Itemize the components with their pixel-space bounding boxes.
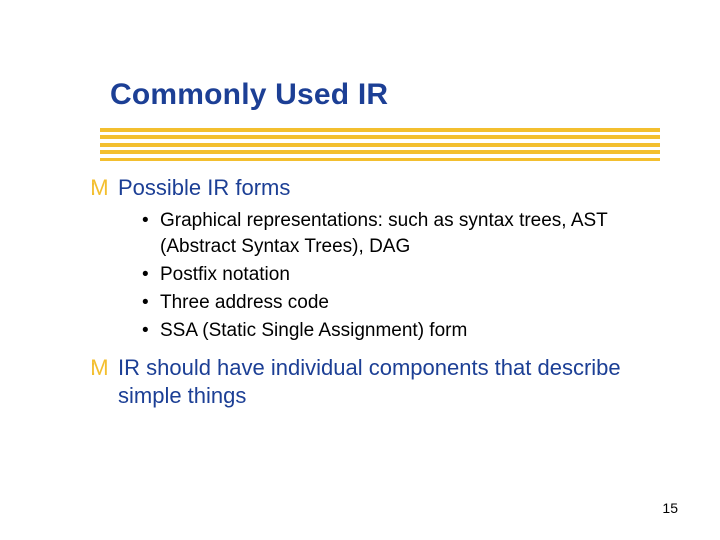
sub-bullet-marker-icon: • (142, 318, 160, 344)
bullet-item-text: IR should have individual components tha… (118, 354, 650, 410)
slide-title: Commonly Used IR (110, 78, 388, 112)
sub-bullet-item: • Graphical representations: such as syn… (142, 208, 650, 260)
sub-bullet-text: Postfix notation (160, 262, 290, 288)
sub-bullet-marker-icon: • (142, 290, 160, 316)
bullet-marker-icon: : M (90, 174, 118, 202)
bullet-item-text: Possible IR forms (118, 174, 290, 202)
slide: Commonly Used IR : M Possible IR forms •… (0, 0, 720, 540)
bullet-item-2: : M IR should have individual components… (90, 354, 650, 410)
sub-bullet-text: SSA (Static Single Assignment) form (160, 318, 467, 344)
sub-bullet-item: • SSA (Static Single Assignment) form (142, 318, 650, 344)
sub-bullet-text: Three address code (160, 290, 329, 316)
sub-bullet-marker-icon: • (142, 208, 160, 234)
title-underline-stripes (100, 128, 660, 162)
page-number: 15 (662, 500, 678, 516)
sub-bullet-text: Graphical representations: such as synta… (160, 208, 650, 260)
sub-bullet-list: • Graphical representations: such as syn… (142, 208, 650, 344)
bullet-marker-icon: : M (90, 354, 118, 382)
content-area: : M Possible IR forms • Graphical repres… (90, 174, 650, 414)
sub-bullet-marker-icon: • (142, 262, 160, 288)
bullet-item-1: : M Possible IR forms (90, 174, 650, 202)
sub-bullet-item: • Postfix notation (142, 262, 650, 288)
sub-bullet-item: • Three address code (142, 290, 650, 316)
